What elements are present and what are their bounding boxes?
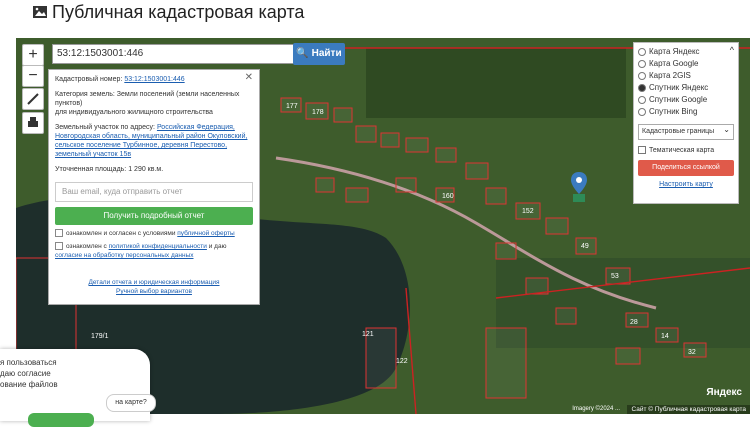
zoom-out-button[interactable]: − — [22, 65, 44, 87]
parcel-label: 14 — [661, 333, 669, 340]
layer-option-yandex-map[interactable]: Карта Яндекс — [638, 46, 734, 58]
email-field[interactable]: Ваш email, куда отправить отчет — [55, 182, 253, 202]
help-chat-button[interactable]: на карте? — [106, 394, 156, 412]
parcel-label: 160 — [442, 193, 454, 200]
offer-agreement-text: ознакомлен и согласен с условиями — [66, 230, 176, 237]
cadastral-number-row: Кадастровый номер: 53:12:1503001:446 — [55, 75, 253, 84]
get-report-button[interactable]: Получить подробный отчет — [55, 207, 253, 225]
parcel-label: 32 — [688, 349, 696, 356]
parcel-label: 28 — [630, 319, 638, 326]
map-layers-panel: ^ Карта Яндекс Карта Google Карта 2GIS С… — [633, 42, 739, 204]
yandex-logo: Яндекс — [706, 387, 742, 398]
image-icon — [33, 6, 47, 18]
page-title: Публичная кадастровая карта — [52, 2, 305, 22]
personal-data-consent-link[interactable]: согласие на обработку персональных данны… — [55, 252, 194, 259]
parcel-label: 122 — [396, 358, 408, 365]
cadastral-number-label: Кадастровый номер: — [55, 76, 123, 83]
radio-icon — [638, 71, 646, 80]
offer-agreement-checkbox[interactable]: ознакомлен и согласен с условиями публич… — [55, 229, 253, 238]
public-offer-link[interactable]: публичной оферты — [177, 230, 234, 237]
checkbox-icon — [55, 242, 63, 251]
privacy-agreement-text: ознакомлен с — [66, 243, 107, 250]
area-label: Уточненная площадь: — [55, 166, 127, 173]
zoom-in-button[interactable]: + — [22, 44, 44, 66]
share-link-button[interactable]: Поделиться ссылкой — [638, 160, 734, 176]
cookie-text-line: даю согласие — [0, 369, 51, 378]
land-category-label: Категория земель: — [55, 91, 115, 98]
layer-option-label: Карта Яндекс — [649, 47, 700, 56]
layer-option-google-satellite[interactable]: Спутник Google — [638, 94, 734, 106]
layer-option-label: Карта 2GIS — [649, 71, 691, 80]
thematic-map-checkbox[interactable]: Тематическая карта — [638, 146, 734, 154]
layer-option-2gis-map[interactable]: Карта 2GIS — [638, 70, 734, 82]
area-value: 1 290 кв.м. — [128, 166, 164, 173]
thematic-map-label: Тематическая карта — [649, 146, 715, 154]
layer-option-label: Карта Google — [649, 59, 699, 68]
parcel-label: 179/1 — [91, 333, 109, 340]
boundaries-select[interactable]: Кадастровые границы — [638, 123, 734, 140]
imagery-credit: Imagery ©2024 ... — [572, 406, 620, 412]
radio-icon — [638, 59, 646, 68]
parcel-label: 178 — [312, 109, 324, 116]
parcel-label: 53 — [611, 273, 619, 280]
close-icon[interactable]: ✕ — [245, 72, 253, 83]
layer-option-label: Спутник Bing — [649, 107, 698, 116]
cookie-text-line: я пользоваться — [0, 358, 57, 367]
manual-choice-link[interactable]: Ручной выбор вариантов — [116, 288, 192, 295]
map-attribution[interactable]: Сайт © Публичная кадастровая карта — [627, 405, 750, 414]
address-label: Земельный участок по адресу: — [55, 124, 155, 131]
collapse-icon[interactable]: ^ — [730, 45, 734, 55]
layer-option-bing-satellite[interactable]: Спутник Bing — [638, 106, 734, 118]
layer-option-yandex-satellite[interactable]: Спутник Яндекс — [638, 82, 734, 94]
parcel-label: 49 — [581, 243, 589, 250]
search-button[interactable]: 🔍 Найти — [293, 43, 345, 65]
report-details-link[interactable]: Детали отчета и юридическая информация — [88, 279, 219, 286]
checkbox-icon — [55, 229, 63, 238]
land-use-value: для индивидуального жилищного строительс… — [55, 109, 213, 116]
privacy-policy-link[interactable]: политикой конфиденциальности — [109, 243, 207, 250]
address-row: Земельный участок по адресу: Российская … — [55, 123, 253, 159]
print-icon — [28, 117, 38, 127]
layer-option-label: Спутник Яндекс — [649, 83, 709, 92]
checkbox-icon — [638, 146, 646, 154]
cookie-text-line: ование файлов — [0, 380, 58, 389]
cookie-accept-button[interactable] — [28, 413, 94, 427]
radio-selected-icon — [638, 83, 646, 92]
parcel-label: 121 — [362, 331, 374, 338]
land-category-row: Категория земель: Земли поселений (земли… — [55, 90, 253, 117]
cadastral-number-link[interactable]: 53:12:1503001:446 — [124, 76, 184, 83]
parcel-label: 177 — [286, 103, 298, 110]
radio-icon — [638, 107, 646, 116]
cadastral-search-input[interactable]: 53:12:1503001:446 — [52, 44, 314, 64]
layer-option-google-map[interactable]: Карта Google — [638, 58, 734, 70]
radio-icon — [638, 47, 646, 56]
popup-footer: Детали отчета и юридическая информация Р… — [55, 278, 253, 296]
page-header: Публичная кадастровая карта — [0, 0, 750, 36]
parcel-info-popup: ✕ Кадастровый номер: 53:12:1503001:446 К… — [48, 69, 260, 305]
privacy-agreement-checkbox[interactable]: ознакомлен с политикой конфиденциальност… — [55, 242, 253, 260]
location-pin-icon[interactable] — [571, 172, 587, 202]
radio-icon — [638, 95, 646, 104]
area-row: Уточненная площадь: 1 290 кв.м. — [55, 165, 253, 174]
configure-map-link[interactable]: Настроить карту — [638, 181, 734, 188]
privacy-agreement-tail: и даю — [208, 243, 227, 250]
print-button[interactable] — [22, 112, 44, 134]
parcel-label: 152 — [522, 208, 534, 215]
layer-option-label: Спутник Google — [649, 95, 708, 104]
ruler-icon — [27, 93, 39, 105]
ruler-tool-button[interactable] — [22, 88, 44, 110]
